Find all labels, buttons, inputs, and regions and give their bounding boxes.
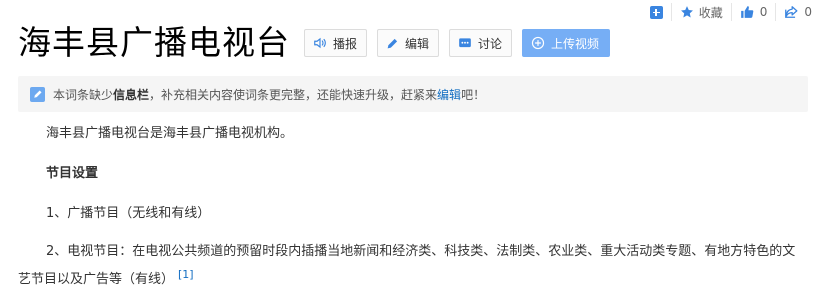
- thumbs-up-icon: [740, 6, 754, 18]
- list-item-text: 2、电视节目：在电视公共频道的预留时段内插播当地新闻和经济类、科技类、法制类、农…: [18, 244, 796, 287]
- notice-infobox: 信息栏: [113, 87, 150, 102]
- pencil-icon: [386, 37, 399, 50]
- edit-notice-icon: [30, 86, 45, 102]
- chat-bubble-icon: [458, 36, 472, 50]
- plus-circle-icon: [531, 36, 545, 50]
- section-heading: 节目设置: [46, 166, 99, 181]
- favorite-button[interactable]: 收藏: [670, 3, 731, 21]
- share-button[interactable]: 0: [775, 3, 820, 21]
- broadcast-button[interactable]: 播报: [304, 29, 368, 57]
- star-icon: [680, 6, 693, 18]
- discuss-button[interactable]: 讨论: [449, 29, 513, 57]
- like-count: 0: [759, 5, 768, 19]
- upload-video-label: 上传视频: [551, 36, 600, 51]
- notice-text-middle: ，补充相关内容使词条更完整，还能快速升级，赶紧来: [149, 87, 438, 102]
- title-row: 海丰县广播电视台 播报 编辑 讨论 上传视频: [18, 17, 620, 69]
- list-item: 1、广播节目（无线和有线）: [46, 206, 211, 221]
- edit-label: 编辑: [405, 36, 430, 51]
- discuss-label: 讨论: [478, 36, 503, 51]
- add-button[interactable]: [642, 3, 671, 21]
- notice-text-start: 本词条缺少: [53, 87, 114, 102]
- edit-button[interactable]: 编辑: [377, 29, 440, 57]
- upload-video-button[interactable]: 上传视频: [522, 29, 611, 57]
- list-item: 2、电视节目：在电视公共频道的预留时段内插播当地新闻和经济类、科技类、法制类、农…: [18, 240, 808, 291]
- intro-paragraph: 海丰县广播电视台是海丰县广播电视机构。: [46, 126, 294, 141]
- broadcast-label: 播报: [333, 36, 358, 51]
- notice-edit-link[interactable]: 编辑: [437, 86, 461, 103]
- plus-square-icon: [649, 5, 663, 19]
- share-icon: [785, 6, 798, 18]
- favorite-label: 收藏: [698, 5, 723, 20]
- top-toolbar: 收藏 0 0: [642, 3, 820, 21]
- share-count: 0: [804, 5, 812, 19]
- like-button[interactable]: 0: [730, 3, 776, 21]
- notice-text-end: 吧！: [461, 87, 486, 102]
- reference-link[interactable]: [1]: [178, 268, 194, 281]
- missing-infobox-notice: 本词条缺少 信息栏 ，补充相关内容使词条更完整，还能快速升级，赶紧来 编辑 吧！: [18, 76, 808, 112]
- speaker-icon: [313, 36, 327, 50]
- page-title: 海丰县广播电视台: [18, 23, 290, 62]
